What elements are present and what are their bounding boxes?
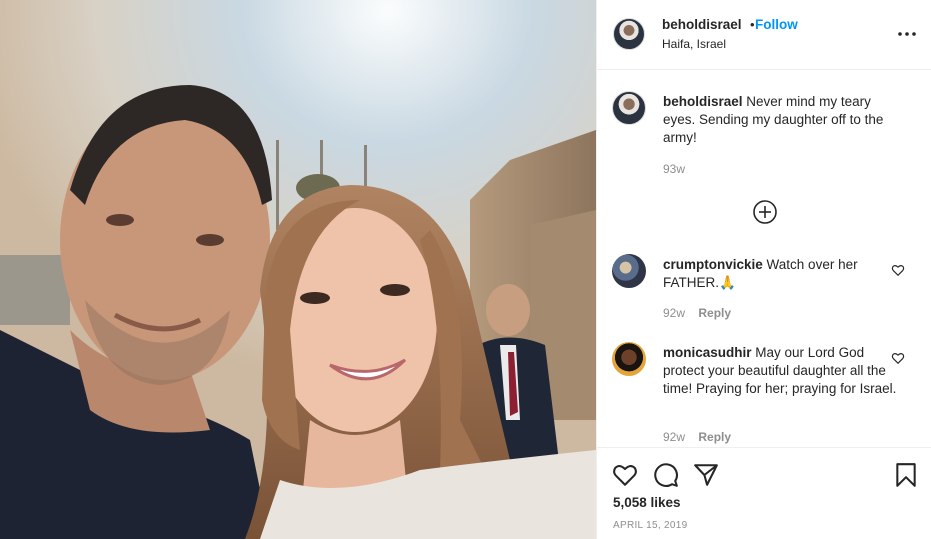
follow-button[interactable]: Follow xyxy=(755,17,798,32)
header-separator: • xyxy=(750,17,755,32)
reply-button[interactable]: Reply xyxy=(698,306,731,320)
commenter-avatar[interactable] xyxy=(612,254,646,288)
comment-username[interactable]: crumptonvickie xyxy=(663,257,763,272)
comment: crumptonvickie Watch over her FATHER.🙏 xyxy=(663,256,898,292)
caption: beholdisrael Never mind my teary eyes. S… xyxy=(663,93,898,147)
caption-avatar[interactable] xyxy=(612,91,646,125)
comment-like-heart-icon[interactable] xyxy=(891,351,905,365)
likes-count[interactable]: 5,058 likes xyxy=(613,495,681,510)
post-actions: 5,058 likes APRIL 15, 2019 xyxy=(597,447,931,539)
post-date: APRIL 15, 2019 xyxy=(613,520,688,531)
reply-button[interactable]: Reply xyxy=(698,430,731,444)
post-header: beholdisrael • Follow Haifa, Israel xyxy=(597,0,931,70)
comment-bubble-icon[interactable] xyxy=(653,462,679,488)
comment-username[interactable]: monicasudhir xyxy=(663,345,752,360)
comment-meta: 92w Reply xyxy=(663,306,731,320)
paper-plane-icon[interactable] xyxy=(693,462,719,488)
comments-section[interactable]: beholdisrael Never mind my teary eyes. S… xyxy=(597,71,931,447)
caption-age: 93w xyxy=(663,162,686,176)
post-photo[interactable] xyxy=(0,0,596,539)
bookmark-icon[interactable] xyxy=(893,462,919,488)
author-username[interactable]: beholdisrael xyxy=(662,17,742,32)
comment-meta: 92w Reply xyxy=(663,430,731,444)
author-avatar[interactable] xyxy=(613,18,645,50)
commenter-avatar[interactable] xyxy=(612,342,646,376)
comment-like-heart-icon[interactable] xyxy=(891,263,905,277)
load-more-plus-icon[interactable] xyxy=(752,199,778,225)
comment-age: 92w xyxy=(663,430,686,444)
comment-age: 92w xyxy=(663,306,686,320)
post-details-panel: beholdisrael • Follow Haifa, Israel beho… xyxy=(596,0,931,539)
post-location[interactable]: Haifa, Israel xyxy=(662,37,726,51)
heart-icon[interactable] xyxy=(612,462,638,488)
selfie-illustration xyxy=(0,0,596,539)
comment: monicasudhir May our Lord God protect yo… xyxy=(663,344,898,398)
more-options-icon[interactable] xyxy=(896,23,918,45)
caption-username[interactable]: beholdisrael xyxy=(663,94,743,109)
caption-meta: 93w xyxy=(663,162,685,176)
